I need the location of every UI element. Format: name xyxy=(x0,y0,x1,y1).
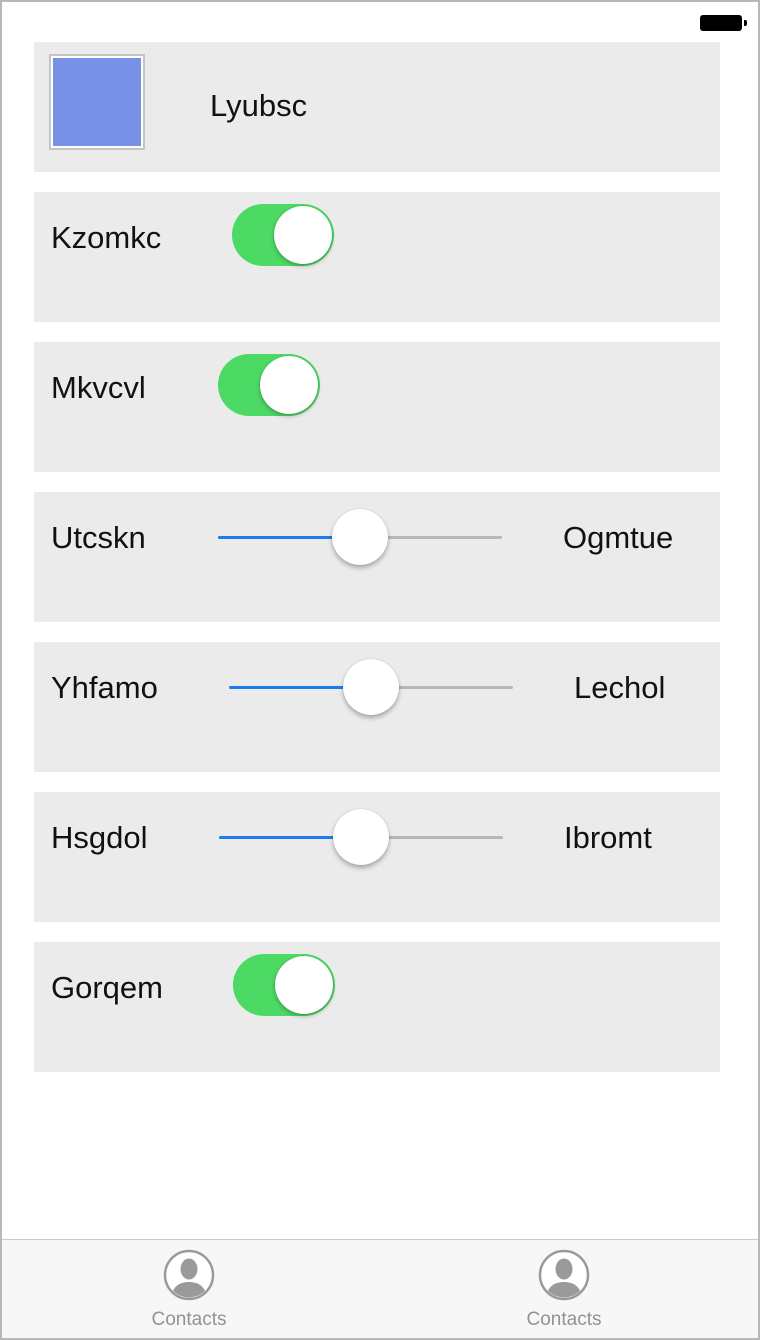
phone-screen: Lyubsc Kzomkc Mkvcvl Utcskn Ogmtue Yhfam… xyxy=(0,0,760,1340)
slider-value-label: Ibromt xyxy=(564,820,652,855)
toggle-knob xyxy=(274,206,332,264)
slider-control[interactable] xyxy=(218,508,502,568)
color-row-label: Lyubsc xyxy=(210,88,308,123)
toggle-label: Kzomkc xyxy=(51,220,162,255)
toggle-row-gorqem: Gorqem xyxy=(34,942,720,1072)
status-bar xyxy=(2,2,758,42)
slider-label: Hsgdol xyxy=(51,820,148,855)
toggle-knob xyxy=(275,956,333,1014)
slider-value-label: Lechol xyxy=(574,670,666,705)
tab-bar: Contacts Contacts xyxy=(2,1239,758,1338)
slider-row-yhfamo: Yhfamo Lechol xyxy=(34,642,720,772)
tab-contacts-1[interactable]: Contacts xyxy=(89,1240,289,1338)
toggle-label: Gorqem xyxy=(51,970,163,1005)
slider-control[interactable] xyxy=(229,658,513,718)
toggle-row-kzomkc: Kzomkc xyxy=(34,192,720,322)
toggle-knob xyxy=(260,356,318,414)
tab-label: Contacts xyxy=(151,1309,227,1330)
slider-label: Yhfamo xyxy=(51,670,158,705)
slider-row-utcskn: Utcskn Ogmtue xyxy=(34,492,720,622)
toggle-switch[interactable] xyxy=(232,204,334,266)
slider-value-label: Ogmtue xyxy=(563,520,674,555)
color-row: Lyubsc xyxy=(34,42,720,172)
color-swatch-fill xyxy=(53,58,141,146)
tab-label: Contacts xyxy=(526,1309,602,1330)
battery-icon xyxy=(700,15,747,31)
slider-thumb[interactable] xyxy=(332,509,388,565)
contact-icon xyxy=(163,1249,215,1301)
contact-icon xyxy=(538,1249,590,1301)
toggle-row-mkvcvl: Mkvcvl xyxy=(34,342,720,472)
slider-control[interactable] xyxy=(219,808,503,868)
slider-thumb[interactable] xyxy=(343,659,399,715)
color-swatch[interactable] xyxy=(49,54,145,150)
toggle-label: Mkvcvl xyxy=(51,370,146,405)
tab-contacts-2[interactable]: Contacts xyxy=(464,1240,664,1338)
slider-row-hsgdol: Hsgdol Ibromt xyxy=(34,792,720,922)
toggle-switch[interactable] xyxy=(218,354,320,416)
slider-label: Utcskn xyxy=(51,520,146,555)
slider-thumb[interactable] xyxy=(333,809,389,865)
toggle-switch[interactable] xyxy=(233,954,335,1016)
